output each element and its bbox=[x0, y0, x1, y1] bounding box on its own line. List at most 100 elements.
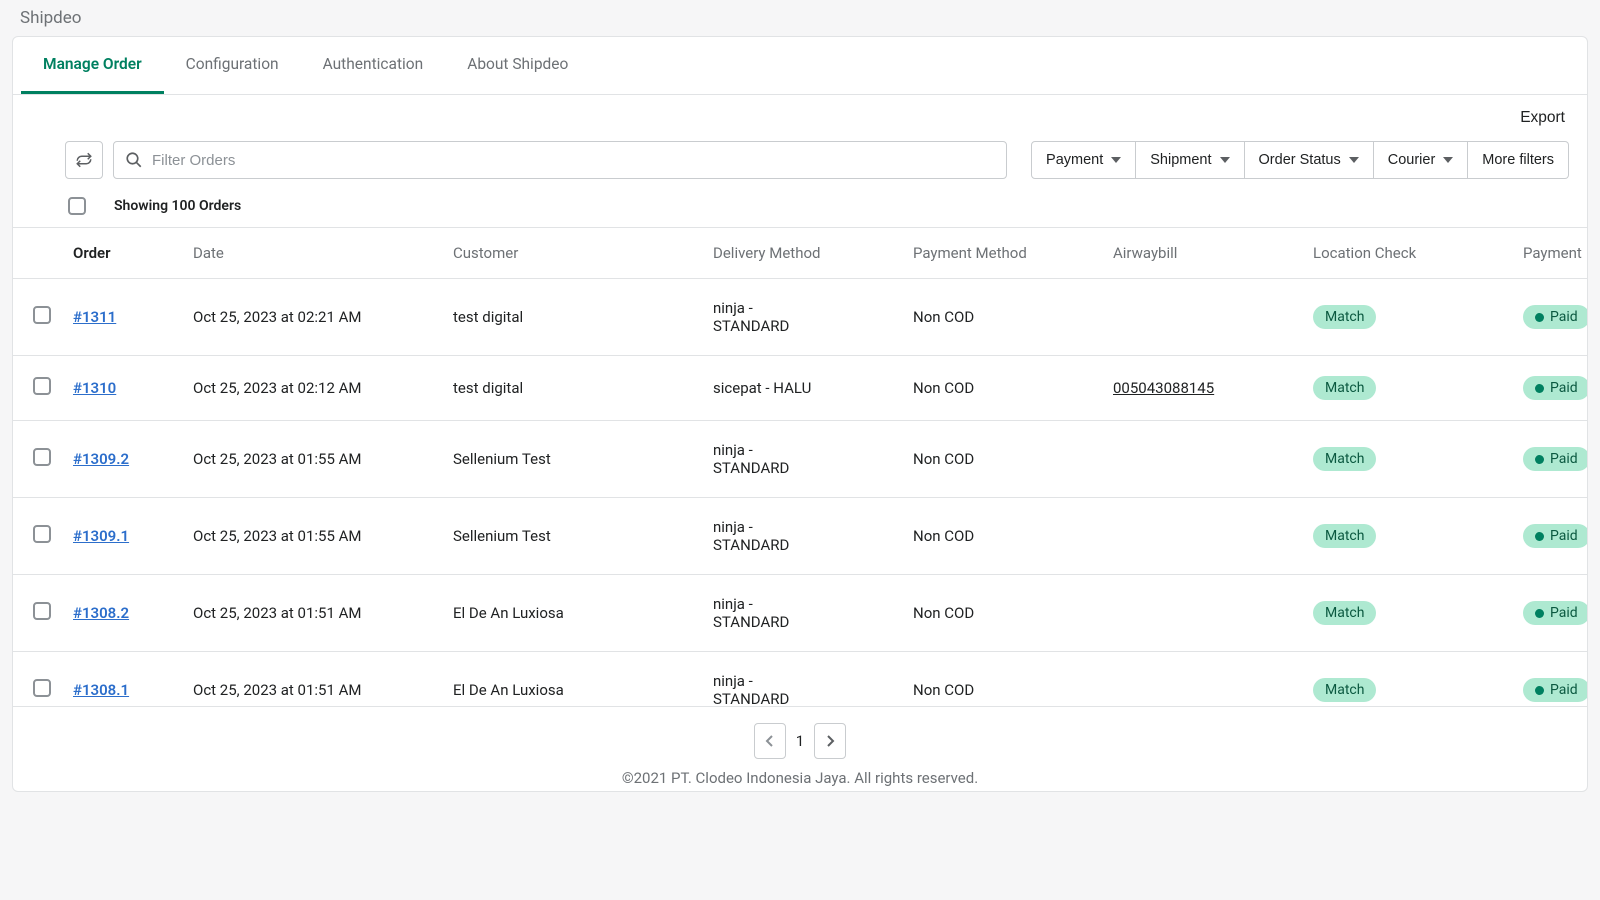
cell-customer: El De An Luxiosa bbox=[441, 652, 701, 708]
col-payment: Payment bbox=[1511, 228, 1587, 279]
row-checkbox[interactable] bbox=[33, 679, 51, 697]
table-row: #1310 Oct 25, 2023 at 02:12 AMtest digita… bbox=[13, 356, 1587, 421]
payment-badge: Paid bbox=[1523, 376, 1587, 400]
chevron-left-icon bbox=[765, 734, 775, 748]
prev-page-button[interactable] bbox=[754, 723, 786, 759]
table-scroll[interactable]: OrderDateCustomerDelivery MethodPayment … bbox=[13, 227, 1587, 707]
tab-manage-order[interactable]: Manage Order bbox=[21, 37, 164, 94]
select-all-checkbox[interactable] bbox=[68, 197, 86, 215]
col-delivery-method: Delivery Method bbox=[701, 228, 901, 279]
tab-list: Manage OrderConfigurationAuthenticationA… bbox=[13, 37, 1587, 95]
col-airwaybill: Airwaybill bbox=[1101, 228, 1301, 279]
search-wrap bbox=[113, 141, 1007, 179]
tab-configuration[interactable]: Configuration bbox=[164, 37, 301, 94]
order-link[interactable]: #1309.2 bbox=[73, 450, 129, 468]
more-filters-button[interactable]: More filters bbox=[1468, 141, 1569, 179]
sync-button[interactable] bbox=[65, 141, 103, 179]
filter-order-status[interactable]: Order Status bbox=[1245, 141, 1374, 179]
table-row: #1309.2 Oct 25, 2023 at 01:55 AMSellenium… bbox=[13, 421, 1587, 498]
caret-down-icon bbox=[1220, 157, 1230, 163]
order-link[interactable]: #1308.2 bbox=[73, 604, 129, 622]
search-input[interactable] bbox=[113, 141, 1007, 179]
cell-payment-method: Non COD bbox=[901, 575, 1101, 652]
order-link[interactable]: #1309.1 bbox=[73, 527, 129, 545]
filter-courier[interactable]: Courier bbox=[1374, 141, 1469, 179]
cell-awb bbox=[1101, 652, 1301, 708]
caret-down-icon bbox=[1349, 157, 1359, 163]
payment-badge: Paid bbox=[1523, 601, 1587, 625]
row-checkbox[interactable] bbox=[33, 306, 51, 324]
row-checkbox[interactable] bbox=[33, 448, 51, 466]
cell-delivery: ninja -STANDARD bbox=[701, 498, 901, 575]
cell-payment-method: Non COD bbox=[901, 652, 1101, 708]
cell-delivery: ninja -STANDARD bbox=[701, 575, 901, 652]
col-location-check: Location Check bbox=[1301, 228, 1511, 279]
order-link[interactable]: #1308.1 bbox=[73, 681, 129, 699]
col-date: Date bbox=[181, 228, 441, 279]
cell-delivery: sicepat - HALU bbox=[701, 356, 901, 421]
row-checkbox[interactable] bbox=[33, 602, 51, 620]
main-card: Manage OrderConfigurationAuthenticationA… bbox=[12, 36, 1588, 792]
search-icon bbox=[125, 151, 143, 169]
cell-awb bbox=[1101, 279, 1301, 356]
payment-badge: Paid bbox=[1523, 305, 1587, 329]
cell-date: Oct 25, 2023 at 02:12 AM bbox=[181, 356, 441, 421]
caret-down-icon bbox=[1443, 157, 1453, 163]
copyright-text: ©2021 PT. Clodeo Indonesia Jaya. All rig… bbox=[13, 765, 1587, 791]
location-check-badge: Match bbox=[1313, 524, 1376, 548]
table-row: #1311 Oct 25, 2023 at 02:21 AMtest digita… bbox=[13, 279, 1587, 356]
cell-date: Oct 25, 2023 at 01:55 AM bbox=[181, 421, 441, 498]
col-payment-method: Payment Method bbox=[901, 228, 1101, 279]
cell-customer: test digital bbox=[441, 356, 701, 421]
location-check-badge: Match bbox=[1313, 601, 1376, 625]
order-link[interactable]: #1310 bbox=[73, 379, 127, 397]
col-order: Order bbox=[61, 228, 181, 279]
row-checkbox[interactable] bbox=[33, 377, 51, 395]
payment-badge: Paid bbox=[1523, 447, 1587, 471]
pagination: 1 bbox=[13, 707, 1587, 765]
cell-awb bbox=[1101, 498, 1301, 575]
filter-payment[interactable]: Payment bbox=[1031, 141, 1136, 179]
cell-payment-method: Non COD bbox=[901, 498, 1101, 575]
export-button[interactable]: Export bbox=[1520, 109, 1565, 127]
cell-date: Oct 25, 2023 at 01:51 AM bbox=[181, 652, 441, 708]
cell-awb bbox=[1101, 575, 1301, 652]
table-row: #1308.2 Oct 25, 2023 at 01:51 AMEl De An … bbox=[13, 575, 1587, 652]
page-title: Shipdeo bbox=[0, 0, 1600, 36]
cell-payment-method: Non COD bbox=[901, 421, 1101, 498]
cell-customer: El De An Luxiosa bbox=[441, 575, 701, 652]
page-number: 1 bbox=[796, 732, 804, 750]
cell-payment-method: Non COD bbox=[901, 356, 1101, 421]
location-check-badge: Match bbox=[1313, 305, 1376, 329]
row-checkbox[interactable] bbox=[33, 525, 51, 543]
payment-badge: Paid bbox=[1523, 678, 1587, 702]
cell-date: Oct 25, 2023 at 01:51 AM bbox=[181, 575, 441, 652]
orders-table: OrderDateCustomerDelivery MethodPayment … bbox=[13, 228, 1587, 707]
sync-icon bbox=[75, 151, 93, 169]
filter-shipment[interactable]: Shipment bbox=[1136, 141, 1244, 179]
location-check-badge: Match bbox=[1313, 678, 1376, 702]
tab-about-shipdeo[interactable]: About Shipdeo bbox=[445, 37, 590, 94]
chevron-right-icon bbox=[825, 734, 835, 748]
awb-link[interactable]: 005043088145 bbox=[1113, 379, 1214, 397]
cell-awb bbox=[1101, 421, 1301, 498]
order-link[interactable]: #1311 bbox=[73, 308, 127, 326]
filter-group: PaymentShipmentOrder StatusCourierMore f… bbox=[1031, 141, 1569, 179]
col-customer: Customer bbox=[441, 228, 701, 279]
cell-date: Oct 25, 2023 at 01:55 AM bbox=[181, 498, 441, 575]
cell-customer: Sellenium Test bbox=[441, 498, 701, 575]
cell-customer: Sellenium Test bbox=[441, 421, 701, 498]
cell-payment-method: Non COD bbox=[901, 279, 1101, 356]
cell-date: Oct 25, 2023 at 02:21 AM bbox=[181, 279, 441, 356]
result-count: Showing 100 Orders bbox=[114, 198, 241, 214]
cell-delivery: ninja -STANDARD bbox=[701, 421, 901, 498]
cell-customer: test digital bbox=[441, 279, 701, 356]
location-check-badge: Match bbox=[1313, 376, 1376, 400]
payment-badge: Paid bbox=[1523, 524, 1587, 548]
cell-awb: 005043088145 bbox=[1101, 356, 1301, 421]
cell-delivery: ninja -STANDARD bbox=[701, 652, 901, 708]
next-page-button[interactable] bbox=[814, 723, 846, 759]
cell-delivery: ninja -STANDARD bbox=[701, 279, 901, 356]
location-check-badge: Match bbox=[1313, 447, 1376, 471]
tab-authentication[interactable]: Authentication bbox=[301, 37, 446, 94]
